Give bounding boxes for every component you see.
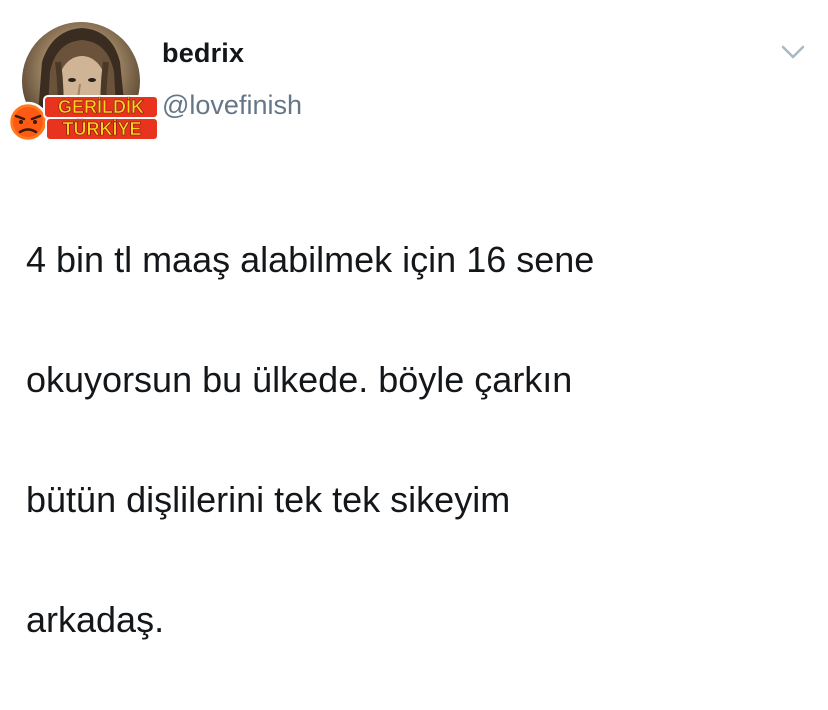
tweet-text-line: arkadaş.: [26, 599, 165, 640]
tweet-text-line: 4 bin tl maaş alabilmek için 16 sene: [26, 239, 595, 280]
display-name[interactable]: bedrix: [162, 38, 244, 69]
tweet-menu-button[interactable]: [780, 42, 806, 62]
watermark-logo: GERİLDİK TÜRKİYE: [7, 95, 159, 143]
tweet-text-line: okuyorsun bu ülkede. böyle çarkın: [26, 359, 573, 400]
tweet-card: GERİLDİK TÜRKİYE bedrix @lovefinish 4 bi…: [0, 0, 828, 640]
tweet-text-line: bütün dişlilerini tek tek sikeyim: [26, 479, 511, 520]
angry-face-icon: [7, 101, 49, 143]
watermark-line2: TÜRKİYE: [62, 119, 141, 139]
watermark-line1: GERİLDİK: [58, 97, 144, 117]
chevron-down-icon: [781, 45, 805, 59]
tweet-text: 4 bin tl maaş alabilmek için 16 sene oku…: [26, 170, 806, 710]
user-handle[interactable]: @lovefinish: [162, 90, 302, 121]
